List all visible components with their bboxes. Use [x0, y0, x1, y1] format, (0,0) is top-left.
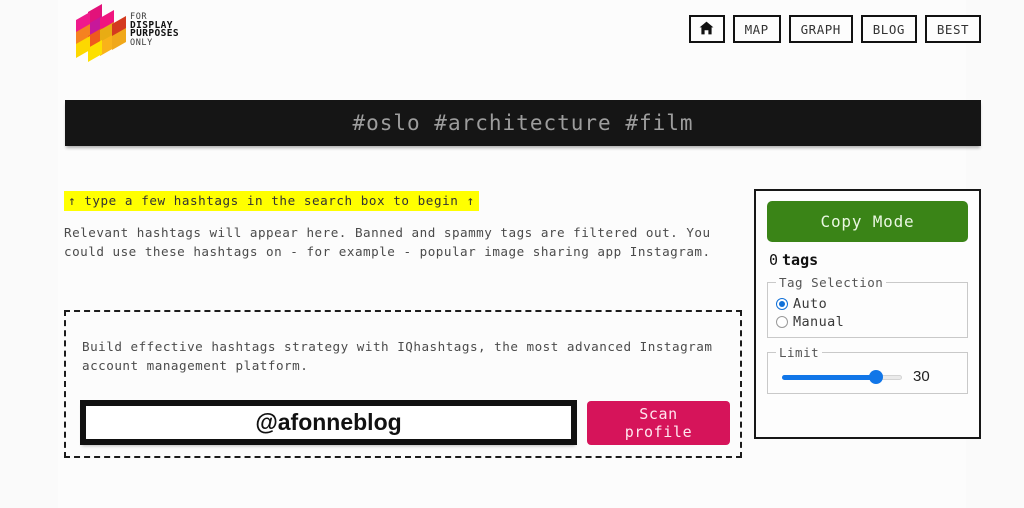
tag-selection-fieldset: Tag Selection Auto Manual — [767, 275, 968, 338]
radio-option-manual[interactable]: Manual — [776, 314, 959, 330]
tag-selection-legend: Tag Selection — [779, 275, 884, 290]
intro-paragraph: Relevant hashtags will appear here. Bann… — [64, 225, 711, 259]
tag-count-display: 0 tags — [769, 251, 968, 269]
radio-manual-icon[interactable] — [776, 316, 788, 328]
search-hint-banner: ↑ type a few hashtags in the search box … — [64, 191, 479, 211]
main-nav: MAP GRAPH BLOG BEST — [688, 15, 981, 43]
limit-fieldset: Limit 30 — [767, 345, 968, 394]
home-icon — [699, 21, 714, 38]
radio-option-auto[interactable]: Auto — [776, 296, 959, 312]
limit-slider-thumb[interactable] — [868, 369, 883, 384]
copy-mode-button[interactable]: Copy Mode — [767, 201, 968, 242]
site-logo[interactable]: FOR DISPLAY PURPOSES ONLY — [72, 3, 252, 63]
promo-panel: Build effective hashtags strategy with I… — [64, 310, 742, 458]
search-bar-container — [65, 100, 981, 148]
options-panel: Copy Mode 0 tags Tag Selection Auto Manua… — [754, 189, 981, 439]
page-header: FOR DISPLAY PURPOSES ONLY MAP GRAPH BLOG… — [0, 0, 1024, 63]
logo-line-4: ONLY — [130, 37, 153, 48]
logo-wordmark: FOR DISPLAY PURPOSES ONLY — [130, 13, 179, 47]
radio-manual-label: Manual — [793, 314, 845, 330]
radio-auto-icon[interactable] — [776, 298, 788, 310]
hashtag-search-input[interactable] — [65, 100, 981, 146]
promo-paragraph: Build effective hashtags strategy with I… — [82, 339, 713, 373]
limit-control-row: 30 — [776, 364, 959, 387]
tag-count-label: tags — [782, 251, 819, 269]
radio-auto-label: Auto — [793, 296, 828, 312]
results-area: ↑ type a few hashtags in the search box … — [64, 190, 744, 261]
nav-button-home[interactable] — [688, 15, 725, 43]
limit-value-label: 30 — [913, 368, 930, 385]
scan-profile-button[interactable]: Scan profile — [587, 400, 730, 445]
limit-slider-fill — [782, 374, 876, 380]
instagram-profile-input[interactable] — [80, 400, 577, 445]
limit-legend: Limit — [779, 345, 820, 360]
nav-button-map[interactable]: MAP — [732, 15, 781, 43]
limit-slider[interactable] — [782, 369, 902, 384]
profile-scan-row: Scan profile — [80, 400, 730, 445]
nav-button-blog[interactable]: BLOG — [860, 15, 917, 43]
nav-button-graph[interactable]: GRAPH — [788, 15, 853, 43]
nav-button-best[interactable]: BEST — [924, 15, 981, 43]
tag-count-number: 0 — [769, 251, 779, 269]
cube-cluster-logo-icon — [72, 3, 126, 63]
